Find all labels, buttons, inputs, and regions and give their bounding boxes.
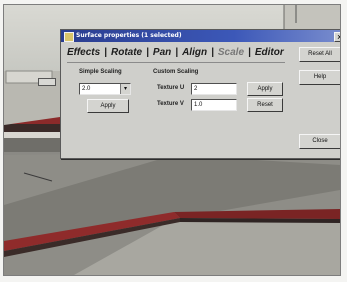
tool-icon[interactable] [38,78,56,86]
custom-scaling-heading: Custom Scaling [153,69,199,75]
simple-scaling-value: 2.0 [82,86,91,92]
tab-scale[interactable]: Scale [218,46,244,60]
chevron-down-icon[interactable]: ▾ [120,84,130,94]
custom-apply-button[interactable]: Apply [247,82,283,96]
reset-all-button[interactable]: Reset All [299,47,340,62]
tab-editor[interactable]: Editor [255,46,284,60]
simple-scaling-heading: Simple Scaling [79,69,122,75]
texture-v-field[interactable]: 1.0 [191,99,237,111]
tab-rotate[interactable]: Rotate [111,46,142,60]
simple-apply-button[interactable]: Apply [87,99,129,113]
texture-u-label: Texture U [157,85,185,91]
help-button[interactable]: Help [299,70,340,85]
editor-viewport[interactable]: Surface properties (1 selected) x Effect… [3,4,341,276]
texture-u-field[interactable]: 2 [191,83,237,95]
tab-pan[interactable]: Pan [153,46,171,60]
tab-separator: | [211,47,214,58]
close-icon[interactable]: x [334,32,340,42]
tab-effects[interactable]: Effects [67,46,100,60]
surface-properties-dialog: Surface properties (1 selected) x Effect… [60,29,340,159]
dialog-titlebar[interactable]: Surface properties (1 selected) x [61,30,340,42]
tab-separator: | [248,47,251,58]
tab-strip: Effects | Rotate | Pan | Align | Scale | Editor [67,46,284,60]
window-icon [64,32,74,42]
dialog-title: Surface properties (1 selected) [76,32,182,39]
tab-align[interactable]: Align [182,46,207,60]
custom-reset-button[interactable]: Reset [247,98,283,112]
tab-separator: | [146,47,149,58]
tab-separator: | [104,47,107,58]
close-button[interactable]: Close [299,134,340,149]
texture-v-label: Texture V [157,101,184,107]
simple-scaling-select[interactable]: 2.0 ▾ [79,83,131,95]
scale-panel: Simple Scaling 2.0 ▾ Apply Custom Scalin… [67,62,285,123]
tab-separator: | [175,47,179,58]
